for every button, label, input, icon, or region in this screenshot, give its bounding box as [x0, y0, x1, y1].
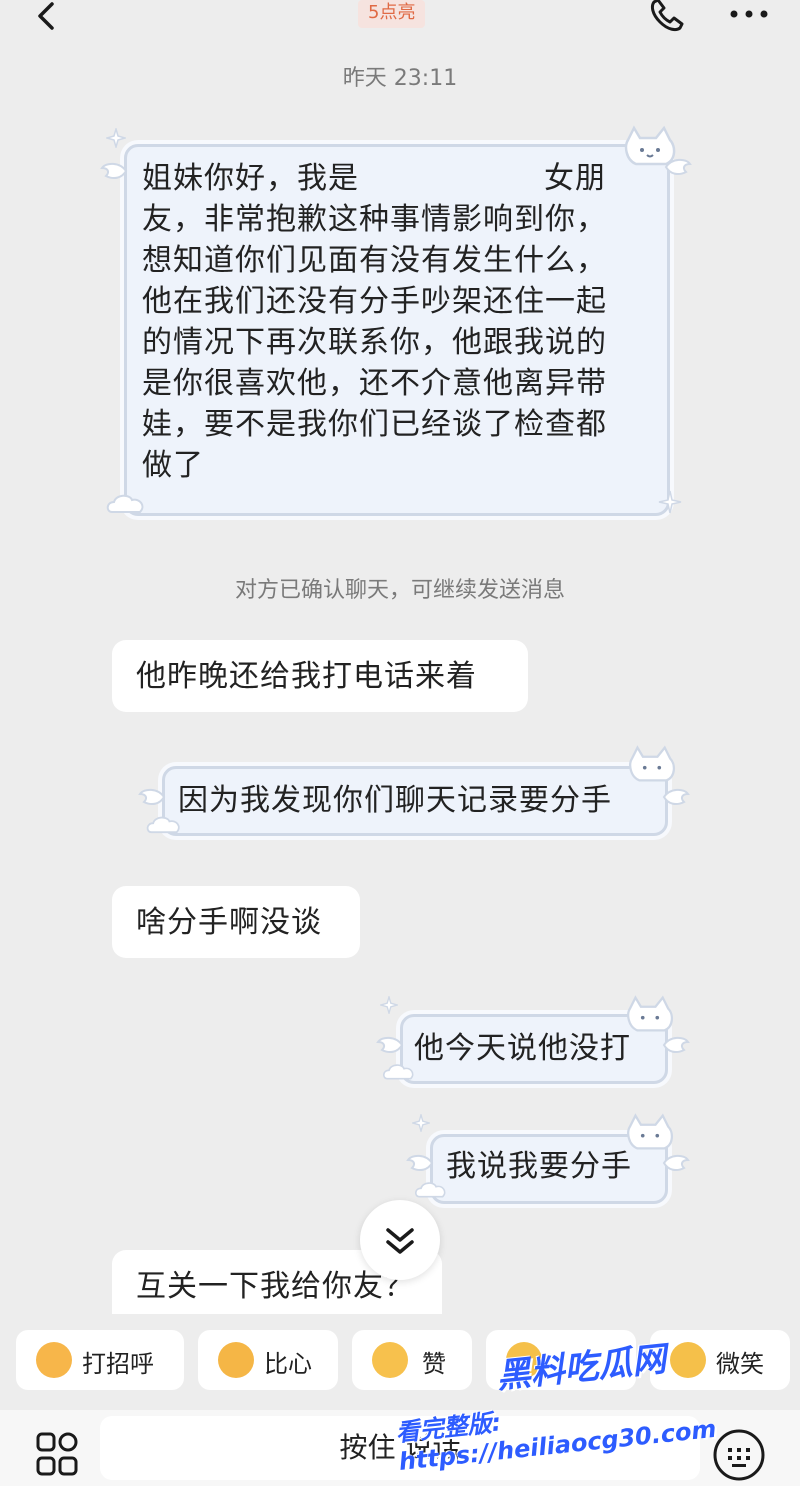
message-line-tail: 女朋	[544, 161, 606, 196]
message-timestamp: 昨天 23:11	[342, 66, 458, 91]
wing-icon	[406, 1152, 434, 1178]
apps-grid-icon[interactable]	[34, 1430, 82, 1478]
wing-icon	[662, 786, 690, 812]
message-line: 做了	[142, 448, 204, 483]
message-line: 的情况下再次联系你，他跟我说的	[142, 325, 607, 360]
message-text: 因为我发现你们聊天记录要分手	[178, 783, 612, 818]
star-sparkle-icon	[104, 126, 128, 152]
heart-hand-emoji-icon	[218, 1342, 254, 1378]
star-sparkle-icon	[658, 490, 682, 518]
quick-reply-heart[interactable]: 比心	[198, 1330, 338, 1390]
message-line: 娃，要不是我你们已经谈了检查都	[142, 407, 607, 442]
phone-call-icon[interactable]	[644, 0, 690, 40]
chip-label: 赞	[422, 1350, 446, 1378]
message-line: 姐妹你好，我是	[142, 161, 359, 196]
contact-name-badge[interactable]: 5点亮	[358, 0, 426, 28]
wing-icon	[662, 1152, 690, 1178]
chat-header: 5点亮	[0, 0, 800, 52]
cat-sticker-icon	[626, 744, 678, 788]
back-icon[interactable]	[28, 0, 68, 40]
system-notice: 对方已确认聊天，可继续发送消息	[234, 578, 565, 603]
message-line: 是你很喜欢他，还不介意他离异带	[142, 366, 607, 401]
message-line: 想知道你们见面有没有发生什么，	[142, 243, 607, 278]
quick-reply-like[interactable]: 赞	[352, 1330, 472, 1390]
star-sparkle-icon	[378, 994, 400, 1018]
chip-label: 打招呼	[82, 1350, 154, 1378]
message-text: 我说我要分手	[446, 1149, 632, 1184]
wing-icon	[662, 1034, 690, 1060]
thumbs-up-emoji-icon	[372, 1342, 408, 1378]
message-text: 他昨晚还给我打电话来着	[136, 659, 477, 694]
more-options-icon[interactable]	[726, 2, 772, 32]
scroll-to-bottom-button[interactable]	[360, 1200, 440, 1280]
message-line: 友，非常抱歉这种事情影响到你，	[142, 202, 607, 237]
cat-sticker-icon	[624, 994, 676, 1038]
chip-label: 微笑	[716, 1350, 764, 1378]
star-sparkle-icon	[410, 1112, 432, 1136]
wing-icon	[100, 160, 128, 186]
message-text: 姐妹你好，我是 女朋 友，非常抱歉这种事情影响到你， 想知道你们见面有没有发生什…	[142, 158, 652, 486]
wing-icon	[376, 1034, 404, 1060]
smile-emoji-icon	[670, 1342, 706, 1378]
cloud-sticker-icon	[106, 492, 146, 520]
wave-emoji-icon	[36, 1342, 72, 1378]
cloud-sticker-icon	[146, 814, 182, 840]
cloud-sticker-icon	[382, 1062, 416, 1086]
message-text: 啥分手啊没谈	[136, 905, 322, 940]
message-line: 他在我们还没有分手吵架还住一起	[142, 284, 607, 319]
wing-icon	[138, 786, 166, 812]
wing-icon	[664, 156, 692, 182]
message-text: 他今天说他没打	[414, 1031, 631, 1066]
chip-label: 比心	[264, 1350, 312, 1378]
quick-reply-wave[interactable]: 打招呼	[16, 1330, 184, 1390]
